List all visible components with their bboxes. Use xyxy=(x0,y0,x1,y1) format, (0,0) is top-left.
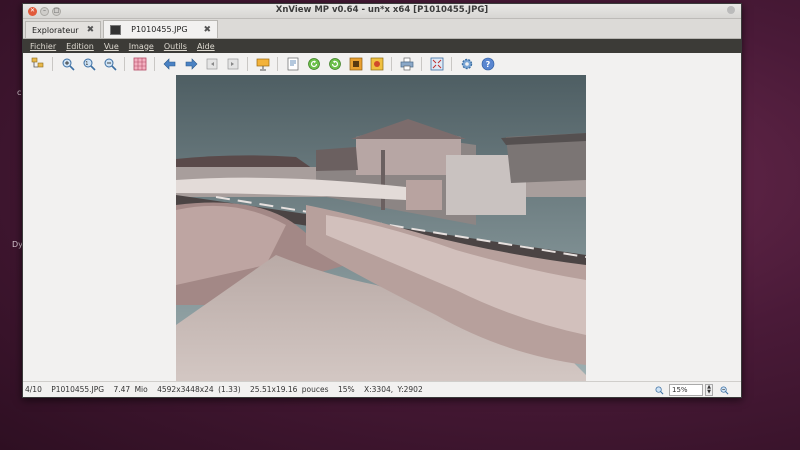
zoom-spinner[interactable]: ▲ ▼ xyxy=(705,384,713,396)
toolbar: 1 ? xyxy=(23,53,741,75)
settings-icon[interactable] xyxy=(459,56,475,72)
tab-explorer-label: Explorateur xyxy=(32,25,79,35)
menu-image[interactable]: Image xyxy=(129,42,154,51)
toolbar-separator xyxy=(451,56,452,71)
tab-image[interactable]: P1010455.JPG ✖ xyxy=(103,20,219,38)
menu-vue[interactable]: Vue xyxy=(104,42,119,51)
status-filename: P1010455.JPG xyxy=(51,385,105,394)
status-index: 4/10 xyxy=(25,385,42,394)
toolbar-separator xyxy=(124,56,125,71)
tab-image-close-icon[interactable]: ✖ xyxy=(204,25,212,35)
properties-icon[interactable] xyxy=(285,56,301,72)
toolbar-separator xyxy=(154,56,155,71)
menu-edition[interactable]: Edition xyxy=(66,42,94,51)
help-icon[interactable]: ? xyxy=(480,56,496,72)
zoom-control: 15% ▲ ▼ xyxy=(654,384,729,396)
status-filesize: 7.47 Mio xyxy=(113,385,148,394)
fullscreen-icon[interactable] xyxy=(429,56,445,72)
slideshow-icon[interactable] xyxy=(255,56,271,72)
zoom-in-small-icon[interactable] xyxy=(654,385,664,395)
zoom-out-icon[interactable] xyxy=(102,56,118,72)
image-tab-icon xyxy=(110,24,122,35)
svg-text:?: ? xyxy=(485,60,490,69)
toolbar-separator xyxy=(247,56,248,71)
zoom-out-small-icon[interactable] xyxy=(719,385,729,395)
last-icon[interactable] xyxy=(225,56,241,72)
status-print-size: 25.51x19.16 pouces xyxy=(250,385,329,394)
toolbar-separator xyxy=(421,56,422,71)
status-dimensions: 4592x3448x24 (1.33) xyxy=(157,385,241,394)
displayed-photo[interactable] xyxy=(176,75,586,382)
print-icon[interactable] xyxy=(399,56,415,72)
toolbar-separator xyxy=(277,56,278,71)
toolbar-separator xyxy=(52,56,53,71)
app-window: ✕ – □ XnView MP v0.64 - un*x x64 [P10104… xyxy=(22,3,742,398)
zoom-fit-icon[interactable]: 1 xyxy=(81,56,97,72)
menu-fichier[interactable]: Fichier xyxy=(30,42,56,51)
image-viewer-area[interactable] xyxy=(23,74,741,382)
title-bar-indicator xyxy=(727,6,735,14)
window-title: XnView MP v0.64 - un*x x64 [P1010455.JPG… xyxy=(275,5,489,15)
tab-explorer[interactable]: Explorateur ✖ xyxy=(25,21,102,38)
previous-icon[interactable] xyxy=(162,56,178,72)
next-icon[interactable] xyxy=(183,56,199,72)
browser-icon[interactable] xyxy=(30,56,46,72)
grid-icon[interactable] xyxy=(132,56,148,72)
zoom-in-icon[interactable] xyxy=(60,56,76,72)
tab-image-label: P1010455.JPG xyxy=(131,25,188,34)
rotate-right-icon[interactable] xyxy=(327,56,343,72)
title-bar: ✕ – □ XnView MP v0.64 - un*x x64 [P10104… xyxy=(23,4,741,19)
status-bar: 4/10 P1010455.JPG 7.47 Mio 4592x3448x24 … xyxy=(23,381,741,397)
zoom-level-field[interactable]: 15% xyxy=(669,384,703,396)
adjust-icon[interactable] xyxy=(369,56,385,72)
toolbar-separator xyxy=(391,56,392,71)
status-coords: X:3304, Y:2902 xyxy=(364,385,423,394)
rotate-left-icon[interactable] xyxy=(306,56,322,72)
first-icon[interactable] xyxy=(204,56,220,72)
svg-text:1: 1 xyxy=(85,61,88,67)
tab-bar: Explorateur ✖ P1010455.JPG ✖ xyxy=(23,19,741,39)
status-zoom: 15% xyxy=(337,385,355,394)
crop-icon[interactable] xyxy=(348,56,364,72)
desktop-text-1: c xyxy=(17,88,22,97)
menu-aide[interactable]: Aide xyxy=(197,42,215,51)
menu-outils[interactable]: Outils xyxy=(164,42,187,51)
tab-explorer-close-icon[interactable]: ✖ xyxy=(87,25,95,35)
menu-bar: Fichier Edition Vue Image Outils Aide xyxy=(23,39,741,53)
